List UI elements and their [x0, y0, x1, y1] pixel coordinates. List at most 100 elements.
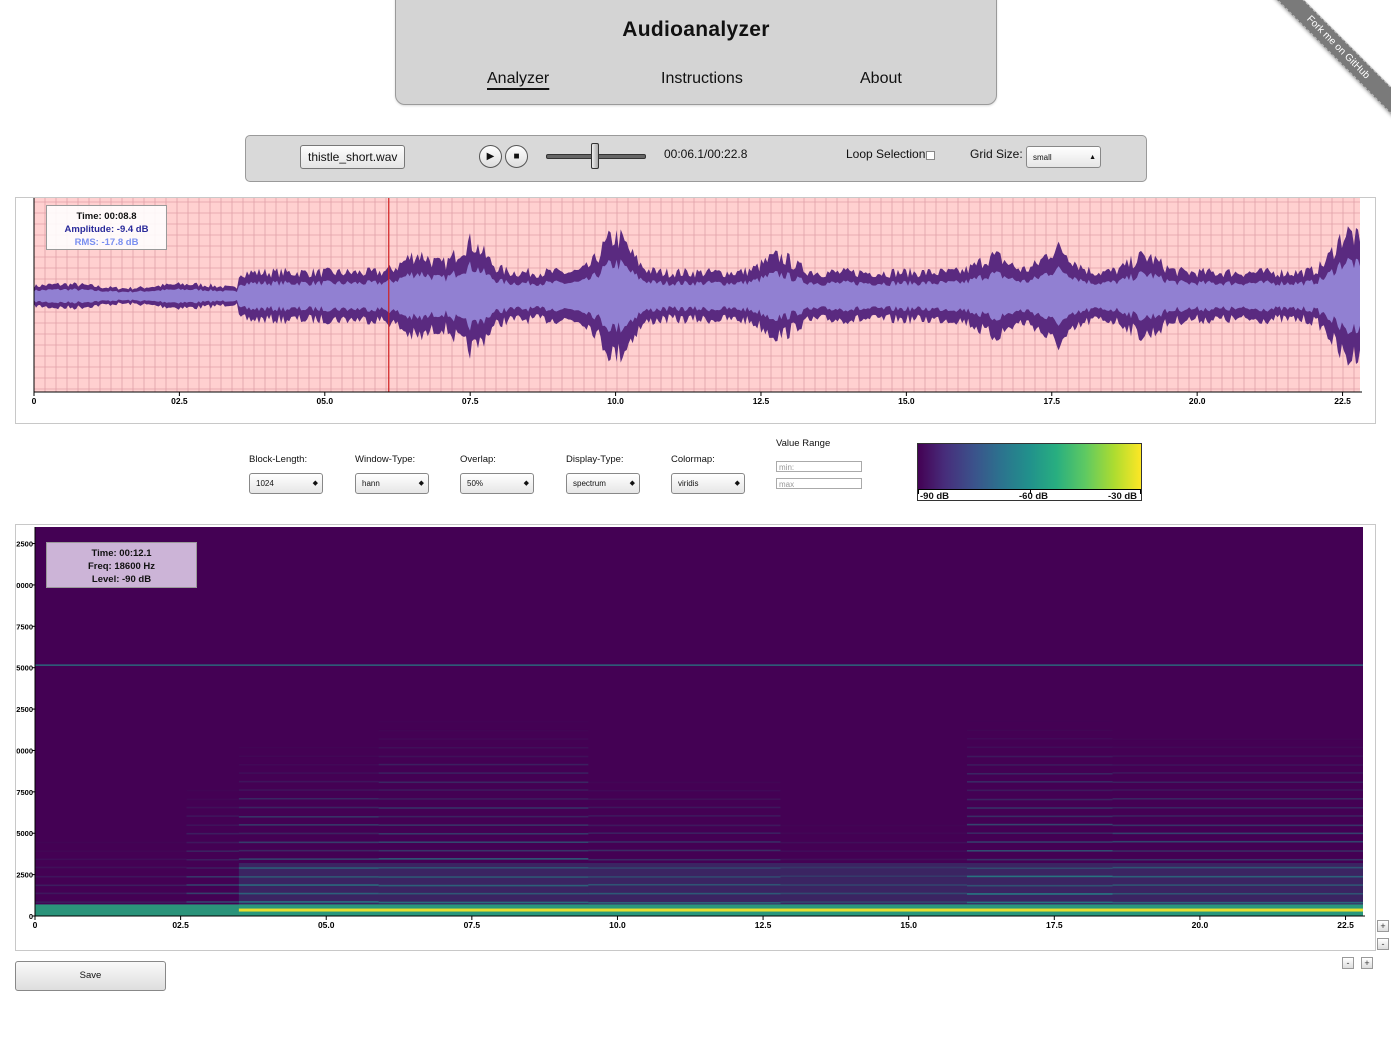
play-button[interactable]: ▶ [479, 145, 502, 168]
spectrogram-chart[interactable]: 0 2500 5000 7500 10000 12500 15000 17500 20000 22… [16, 525, 1375, 950]
spectrogram-y-tick-label: 10000 [16, 746, 33, 755]
colorbar-label-mid: -60 dB [1019, 491, 1049, 502]
spectrogram-y-tick-label: 17500 [16, 622, 33, 631]
file-select-button[interactable]: thistle_short.wav [300, 145, 406, 169]
save-button[interactable]: Save [15, 961, 166, 991]
select-arrow-icon: ◆ [523, 480, 529, 487]
colorbar-gradient [918, 444, 1141, 490]
waveform-x-tick-label: 20.0 [1189, 396, 1206, 406]
spectrogram-y-tick-label: 15000 [16, 664, 33, 673]
spectrogram-tone-line [35, 664, 1363, 666]
overlap-select[interactable]: 50% ◆ [460, 473, 534, 494]
waveform-x-tick-label: 10.0 [607, 396, 624, 406]
waveform-x-tick-label: 22.5 [1334, 396, 1351, 406]
value-range-min-input[interactable]: min: [776, 461, 862, 472]
waveform-chart[interactable]: 0 02.5 05.0 07.5 10.0 12.5 15.0 17.5 20.0 22.5 [16, 198, 1375, 423]
stop-button[interactable]: ■ [505, 145, 528, 168]
spectrogram-x-tick-label: 05.0 [318, 920, 335, 930]
display-type-select[interactable]: spectrum ◆ [566, 473, 640, 494]
github-ribbon-wrap: Fork me on GitHub [1241, 0, 1391, 150]
loop-selection-checkbox[interactable] [926, 151, 935, 160]
spectrogram-x-tick-label: 12.5 [755, 920, 772, 930]
overlap-value: 50% [467, 479, 484, 488]
spectrogram-panel[interactable]: 0 2500 5000 7500 10000 12500 15000 17500 20000 22… [15, 524, 1376, 951]
nav-about[interactable]: About [860, 70, 902, 88]
spectrogram-x-tick-label: 15.0 [900, 920, 917, 930]
spectrogram-x-tick-label: 02.5 [172, 920, 189, 930]
colorbar-label-max: -30 dB [1108, 491, 1138, 502]
spectrogram-x-tick-label: 17.5 [1046, 920, 1063, 930]
grid-size-select[interactable]: small ▲ [1026, 146, 1101, 168]
select-arrow-icon: ◆ [734, 480, 740, 487]
block-length-value: 1024 [256, 479, 274, 488]
spectrogram-x-tick-label: 20.0 [1192, 920, 1209, 930]
grid-size-value: small [1033, 153, 1052, 162]
colorbar: -90 dB -60 dB -30 dB [917, 443, 1142, 502]
app-header: Audioanalyzer Analyzer Instructions Abou… [395, 0, 997, 105]
spectrogram-y-tick-label: 20000 [16, 581, 33, 590]
value-range-label: Value Range [776, 438, 831, 449]
github-ribbon[interactable]: Fork me on GitHub [1264, 0, 1391, 122]
waveform-x-tick-label: 05.0 [317, 396, 334, 406]
spectrogram-y-tick-label: 12500 [16, 705, 33, 714]
block-length-select[interactable]: 1024 ◆ [249, 473, 323, 494]
spectrogram-info-time: Time: 00:12.1 [91, 548, 152, 559]
colormap-select[interactable]: viridis ◆ [671, 473, 745, 494]
nav-instructions[interactable]: Instructions [661, 70, 743, 88]
spectrogram-info-freq: Freq: 18600 Hz [87, 561, 156, 572]
colormap-value: viridis [678, 479, 699, 488]
waveform-x-tick-label: 07.5 [462, 396, 479, 406]
display-type-label: Display-Type: [566, 454, 624, 465]
overlap-label: Overlap: [460, 454, 496, 465]
window-type-value: hann [362, 479, 380, 488]
nav-analyzer[interactable]: Analyzer [487, 70, 549, 88]
waveform-info-amplitude: Amplitude: -9.4 dB [64, 224, 149, 235]
spectrogram-y-tick-label: 22500 [16, 540, 33, 549]
zoom-y-out-button[interactable]: - [1377, 938, 1389, 950]
zoom-x-in-button[interactable]: + [1361, 957, 1373, 969]
grid-size-label: Grid Size: [970, 147, 1023, 161]
colorbar-label-min: -90 dB [920, 491, 950, 502]
waveform-info-box: Time: 00:08.8 Amplitude: -9.4 dB RMS: -1… [46, 205, 167, 250]
spectrogram-y-tick-label: 7500 [16, 788, 33, 797]
zoom-x-out-button[interactable]: - [1342, 957, 1354, 969]
spectrogram-peak-band [238, 908, 1364, 912]
player-controls: thistle_short.wav ▶ ■ 00:06.1/00:22.8 Lo… [245, 135, 1147, 182]
app-title: Audioanalyzer [622, 18, 770, 41]
value-range-max-input[interactable]: max [776, 478, 862, 489]
window-type-select[interactable]: hann ◆ [355, 473, 429, 494]
waveform-x-tick-label: 17.5 [1043, 396, 1060, 406]
waveform-x-tick-label: 12.5 [753, 396, 770, 406]
volume-slider-thumb[interactable] [591, 143, 599, 169]
colorbar-tick [1140, 489, 1141, 494]
waveform-info-time: Time: 00:08.8 [76, 211, 137, 222]
window-type-label: Window-Type: [355, 454, 416, 465]
waveform-info-rms: RMS: -17.8 dB [74, 237, 139, 248]
waveform-panel[interactable]: 0 02.5 05.0 07.5 10.0 12.5 15.0 17.5 20.0 22.5 Ti… [15, 197, 1376, 424]
select-arrow-icon: ◆ [312, 480, 318, 487]
spectrogram-info-level: Level: -90 dB [91, 574, 152, 585]
colormap-label: Colormap: [671, 454, 715, 465]
waveform-x-tick-label: 02.5 [171, 396, 188, 406]
spectrogram-y-tick-label: 5000 [16, 829, 33, 838]
waveform-x-tick-label: 15.0 [898, 396, 915, 406]
waveform-x-tick-label: 0 [32, 396, 37, 406]
spectrogram-y-tick-label: 2500 [16, 871, 33, 880]
zoom-y-in-button[interactable]: + [1377, 920, 1389, 932]
spectrogram-info-box: Time: 00:12.1 Freq: 18600 Hz Level: -90 … [46, 542, 197, 588]
select-arrow-icon: ◆ [418, 480, 424, 487]
block-length-label: Block-Length: [249, 454, 308, 465]
time-display: 00:06.1/00:22.8 [664, 147, 748, 161]
stop-icon: ■ [513, 151, 520, 162]
display-type-value: spectrum [573, 479, 606, 488]
select-arrow-icon: ▲ [1089, 154, 1096, 161]
colorbar-tick [918, 489, 919, 494]
play-icon: ▶ [486, 151, 495, 162]
select-arrow-icon: ◆ [629, 480, 635, 487]
spectrogram-background [35, 527, 1363, 916]
spectrogram-x-tick-label: 10.0 [609, 920, 626, 930]
spectrogram-x-tick-label: 07.5 [464, 920, 481, 930]
spectrogram-x-tick-label: 0 [33, 920, 38, 930]
spectrogram-x-tick-label: 22.5 [1337, 920, 1354, 930]
loop-selection-label: Loop Selection [846, 147, 926, 161]
